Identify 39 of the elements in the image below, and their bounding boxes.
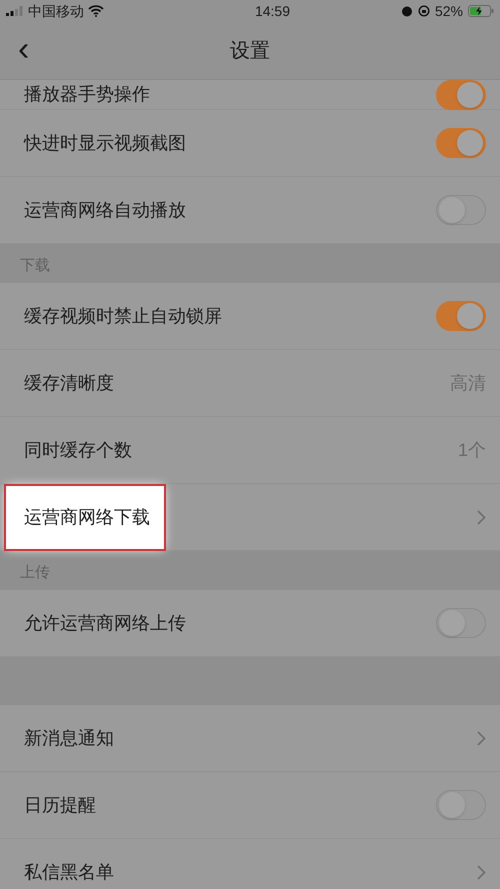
settings-row[interactable]: 新消息通知	[0, 705, 500, 772]
settings-row[interactable]: 日历提醒	[0, 772, 500, 839]
toggle-switch[interactable]	[436, 790, 486, 820]
setting-label: 缓存清晰度	[24, 372, 114, 394]
carrier-name: 中国移动	[28, 2, 84, 20]
wifi-icon	[88, 5, 104, 17]
setting-label: 缓存视频时禁止自动锁屏	[24, 304, 222, 328]
toggle-switch[interactable]	[436, 128, 486, 158]
toggle-switch[interactable]	[436, 80, 486, 110]
battery-percent: 52%	[434, 2, 463, 20]
setting-label: 私信黑名单	[24, 860, 114, 884]
toggle-switch[interactable]	[436, 301, 486, 331]
settings-row[interactable]: 快进时显示视频截图	[0, 110, 500, 177]
setting-label: 允许运营商网络上传	[24, 612, 186, 634]
settings-row[interactable]: 允许运营商网络上传	[0, 590, 500, 657]
toggle-switch[interactable]	[436, 195, 486, 225]
chevron-right-icon	[477, 864, 486, 880]
page-title: 设置	[230, 38, 270, 64]
signal-icon	[6, 6, 24, 16]
settings-row[interactable]: 运营商网络自动播放	[0, 177, 500, 244]
setting-label: 新消息通知	[24, 726, 114, 750]
toggle-switch[interactable]	[436, 608, 486, 638]
back-button[interactable]: ‹	[18, 32, 30, 66]
chevron-right-icon	[477, 510, 486, 524]
setting-label: 日历提醒	[24, 794, 96, 816]
setting-label: 同时缓存个数	[24, 438, 132, 462]
setting-label: 快进时显示视频截图	[24, 132, 186, 154]
settings-row[interactable]: 运营商网络下载	[0, 484, 500, 551]
battery-charging-icon	[468, 5, 494, 17]
setting-label: 运营商网络下载	[6, 486, 164, 548]
settings-row[interactable]: 缓存视频时禁止自动锁屏	[0, 283, 500, 350]
rotation-lock-icon	[418, 5, 430, 17]
chevron-right-icon	[477, 730, 486, 746]
setting-label: 运营商网络自动播放	[24, 198, 186, 222]
clock-time: 14:59	[254, 2, 290, 20]
settings-row[interactable]: 私信黑名单	[0, 839, 500, 889]
setting-label: 播放器手势操作	[24, 83, 150, 106]
settings-row[interactable]: 播放器手势操作	[0, 80, 500, 110]
alarm-icon	[400, 5, 413, 17]
